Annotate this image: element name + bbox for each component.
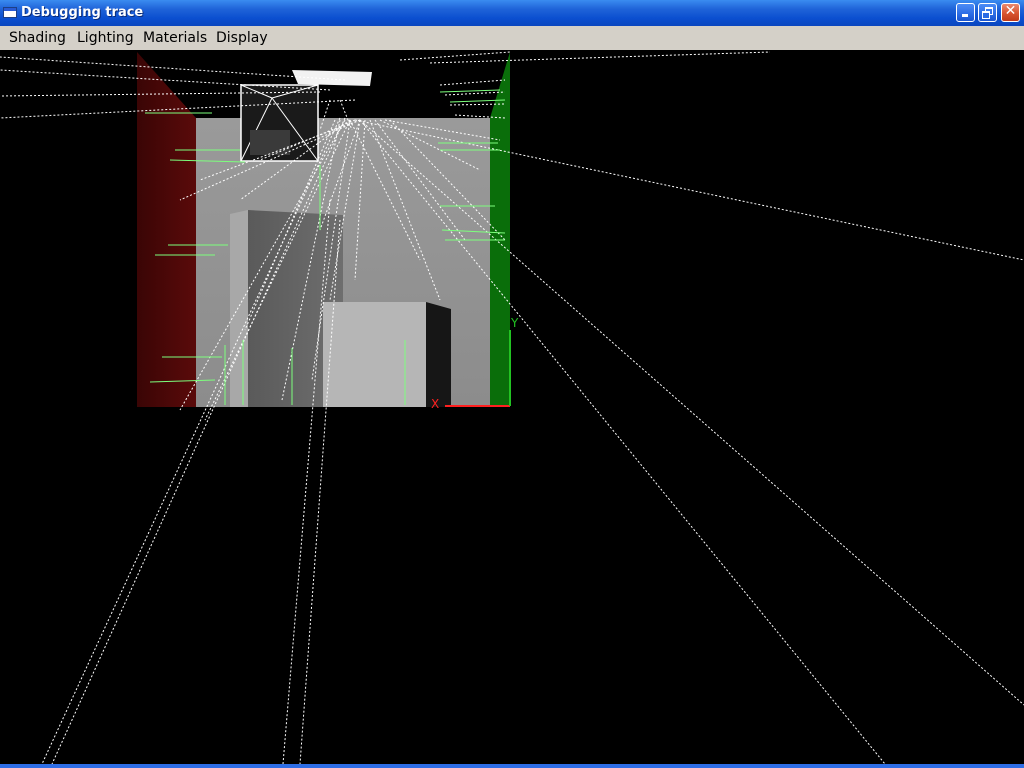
menu-shading[interactable]: Shading bbox=[9, 30, 66, 46]
minimize-icon bbox=[962, 14, 968, 17]
menu-lighting[interactable]: Lighting bbox=[77, 30, 134, 46]
minimize-button[interactable] bbox=[956, 3, 975, 22]
menu-display[interactable]: Display bbox=[216, 30, 268, 46]
close-icon: ✕ bbox=[1004, 3, 1017, 19]
menu-materials[interactable]: Materials bbox=[143, 30, 207, 46]
restore-icon bbox=[982, 7, 993, 19]
y-axis-label: Y bbox=[510, 316, 519, 330]
left-wall bbox=[137, 52, 196, 407]
window-title: Debugging trace bbox=[21, 5, 144, 20]
title-bar[interactable]: Debugging trace ✕ bbox=[0, 0, 1024, 26]
app-window-icon[interactable] bbox=[3, 7, 17, 18]
short-box-side bbox=[426, 302, 451, 407]
right-wall bbox=[490, 52, 510, 407]
ceiling-light bbox=[292, 70, 372, 86]
close-button[interactable]: ✕ bbox=[1001, 3, 1020, 22]
preview-patch bbox=[250, 130, 290, 155]
restore-button[interactable] bbox=[978, 3, 997, 22]
window-bottom-border bbox=[0, 764, 1024, 768]
x-axis-label: X bbox=[431, 397, 439, 411]
menu-bar: Shading Lighting Materials Display bbox=[0, 26, 1024, 50]
tall-box-side bbox=[230, 210, 248, 407]
short-box-front bbox=[323, 302, 426, 407]
render-viewport[interactable]: X Y bbox=[0, 50, 1024, 764]
